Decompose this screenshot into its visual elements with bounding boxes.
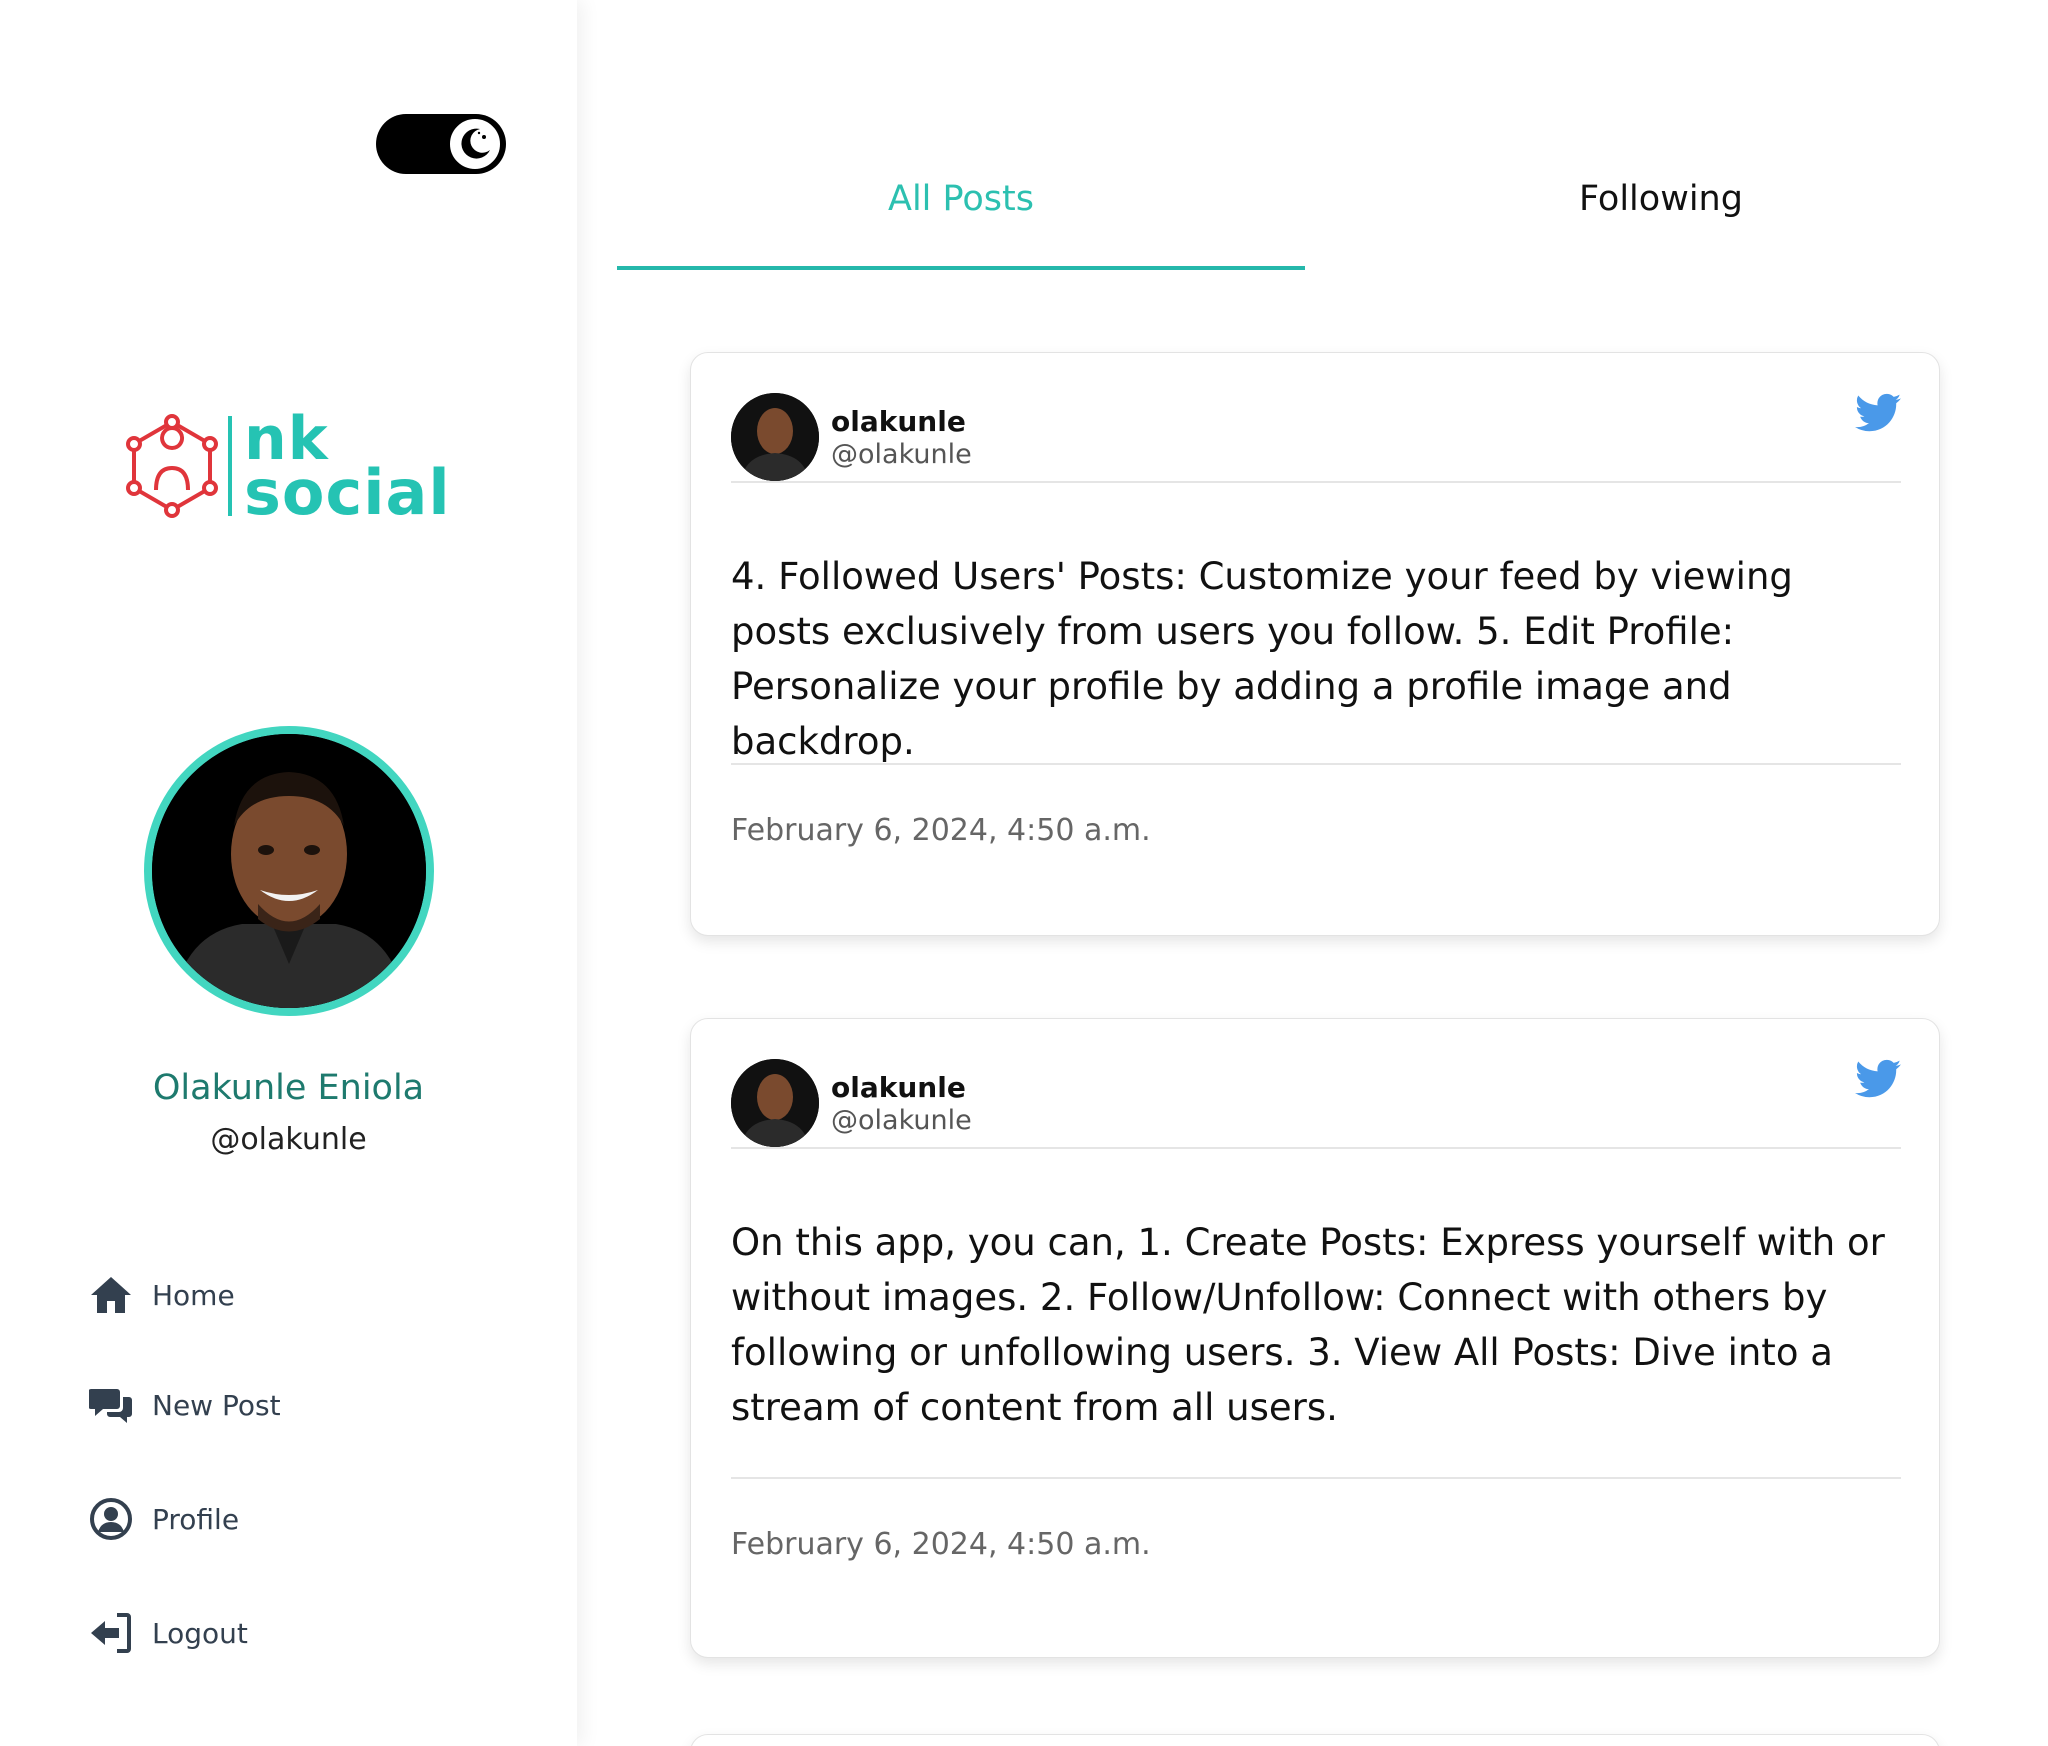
- sidebar: nk social Olakunle Eniola @olakunle Home…: [0, 0, 577, 1746]
- user-circle-icon: [88, 1496, 134, 1542]
- tab-following[interactable]: Following: [1317, 160, 2005, 270]
- post-body: 4. Followed Users' Posts: Customize your…: [731, 555, 1793, 763]
- twitter-bird-icon: [1855, 393, 1901, 432]
- avatar-photo: [152, 734, 426, 1008]
- profile-avatar[interactable]: [144, 726, 434, 1016]
- nav-item-profile[interactable]: Profile: [88, 1494, 388, 1544]
- post-body: On this app, you can, 1. Create Posts: E…: [731, 1221, 1885, 1429]
- post-card: olakunle @olakunle On this app, you can,…: [690, 1018, 1940, 1658]
- post-card: [690, 1734, 1940, 1746]
- nav-item-logout[interactable]: Logout: [88, 1608, 388, 1658]
- profile-name: Olakunle Eniola: [152, 1068, 425, 1108]
- post-date: February 6, 2024, 4:50 a.m.: [731, 813, 1151, 848]
- logo-divider: [228, 416, 232, 516]
- moon-icon: [461, 128, 490, 159]
- post-avatar[interactable]: [731, 393, 819, 481]
- network-user-icon: [126, 414, 218, 518]
- post-handle: @olakunle: [831, 1105, 972, 1136]
- twitter-bird-icon: [1855, 1059, 1901, 1098]
- nav-item-home[interactable]: Home: [88, 1270, 388, 1320]
- main-feed: All Posts Following olakunle @olakunle 4…: [577, 0, 2048, 1746]
- post-avatar[interactable]: [731, 1059, 819, 1147]
- brand-logo[interactable]: nk social: [124, 409, 464, 529]
- nav-label-home: Home: [152, 1278, 235, 1312]
- nav-label-logout: Logout: [152, 1616, 248, 1650]
- post-handle: @olakunle: [831, 439, 972, 470]
- tab-all-posts[interactable]: All Posts: [617, 160, 1305, 270]
- post-divider: [731, 763, 1901, 765]
- theme-toggle[interactable]: [376, 114, 506, 174]
- post-date: February 6, 2024, 4:50 a.m.: [731, 1527, 1151, 1562]
- logout-icon: [88, 1610, 134, 1656]
- post-card: olakunle @olakunle 4. Followed Users' Po…: [690, 352, 1940, 936]
- feed-tabs: All Posts Following: [617, 160, 2012, 270]
- brand-wordmark: nk social: [244, 409, 451, 529]
- post-username[interactable]: olakunle: [831, 405, 966, 438]
- home-icon: [88, 1272, 134, 1318]
- comments-icon: [88, 1382, 134, 1428]
- nav-label-new-post: New Post: [152, 1388, 281, 1422]
- post-divider: [731, 1477, 1901, 1479]
- post-header: olakunle @olakunle: [731, 1059, 1901, 1149]
- post-header: olakunle @olakunle: [731, 393, 1901, 483]
- post-username[interactable]: olakunle: [831, 1071, 966, 1104]
- theme-toggle-knob: [446, 115, 504, 173]
- brand-line2: social: [244, 456, 451, 529]
- app: nk social Olakunle Eniola @olakunle Home…: [0, 0, 2048, 1746]
- nav-label-profile: Profile: [152, 1502, 240, 1536]
- profile-handle: @olakunle: [210, 1122, 367, 1157]
- nav-item-new-post[interactable]: New Post: [88, 1380, 388, 1430]
